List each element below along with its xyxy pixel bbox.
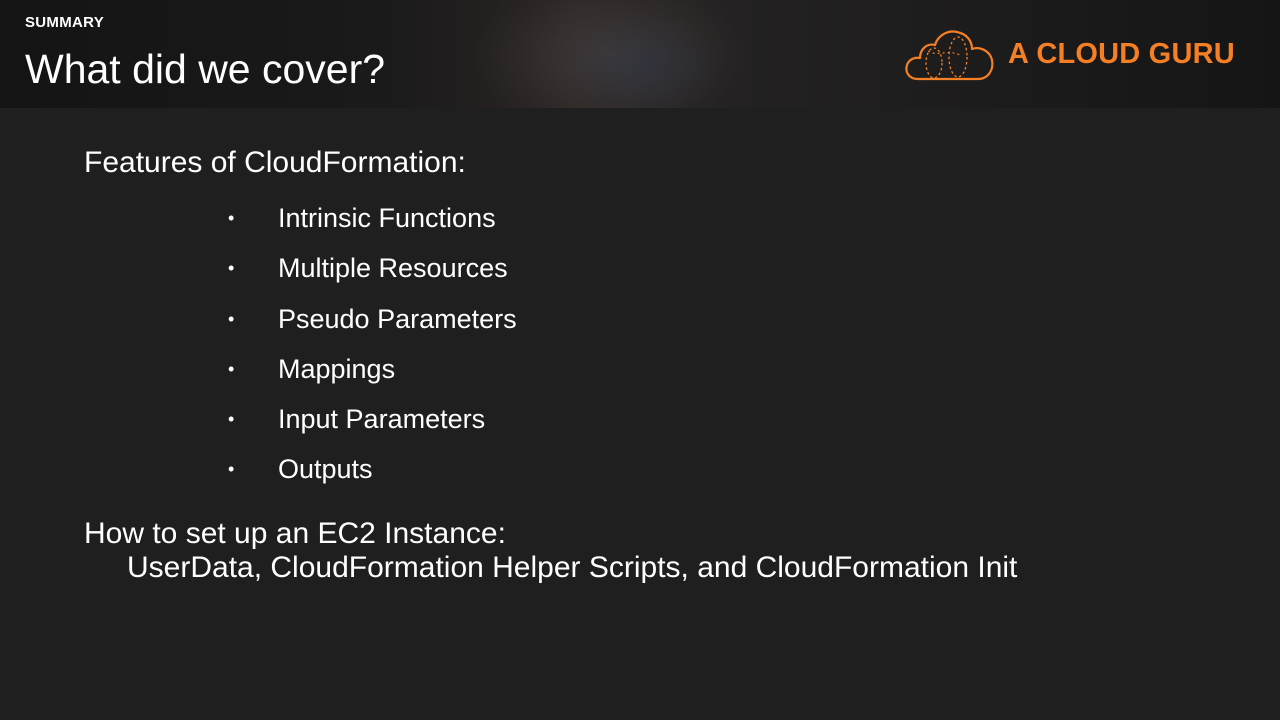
list-item-label: Mappings [278, 353, 396, 384]
ec2-heading: How to set up an EC2 Instance: [84, 517, 506, 550]
list-item-label: Outputs [278, 454, 373, 485]
section-eyebrow: SUMMARY [25, 14, 105, 31]
list-item-label: Multiple Resources [278, 253, 508, 284]
brand-logo: A CLOUD GURU [904, 26, 1235, 82]
bullet-icon: • [228, 258, 235, 279]
brand-logo-text: A CLOUD GURU [1008, 37, 1235, 70]
slide-header: SUMMARY What did we cover? A CLOUD GURU [0, 0, 1280, 108]
bullet-icon: • [228, 208, 235, 228]
list-item-label: Input Parameters [278, 404, 486, 435]
ec2-detail: UserData, CloudFormation Helper Scripts,… [127, 551, 1018, 584]
bullet-icon: • [228, 409, 235, 430]
bullet-icon: • [228, 459, 235, 480]
slide: SUMMARY What did we cover? A CLOUD GURU … [0, 0, 1280, 720]
bullet-icon: • [228, 308, 235, 329]
cloud-logo-icon [905, 30, 994, 81]
list-item-label: Pseudo Parameters [278, 303, 517, 334]
bullet-icon: • [228, 358, 235, 379]
list-item-label: Intrinsic Functions [278, 203, 496, 233]
slide-content: Features of CloudFormation: • Intrinsic … [0, 108, 1280, 720]
slide-title: What did we cover? [25, 46, 386, 92]
features-heading: Features of CloudFormation: [84, 146, 466, 179]
